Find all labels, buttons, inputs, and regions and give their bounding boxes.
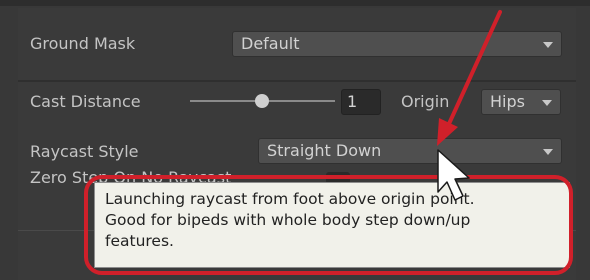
mouse-pointer-icon: [437, 149, 470, 201]
red-annotation-arrow: [437, 10, 502, 146]
